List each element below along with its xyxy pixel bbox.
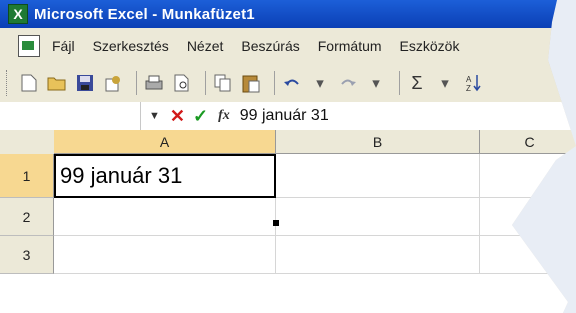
toolbar-separator	[205, 71, 206, 95]
open-icon[interactable]	[46, 72, 68, 94]
excel-app-icon: X	[8, 4, 28, 24]
cell-c2[interactable]	[480, 198, 576, 236]
copy-icon[interactable]	[212, 72, 234, 94]
row-header-1[interactable]: 1	[0, 154, 54, 198]
title-bar: X Microsoft Excel - Munkafüzet1	[0, 0, 576, 28]
toolbar-grip[interactable]	[6, 70, 10, 96]
cell-c3[interactable]	[480, 236, 576, 274]
save-icon[interactable]	[74, 72, 96, 94]
undo-icon[interactable]	[281, 72, 303, 94]
undo-dropdown-icon[interactable]: ▾	[309, 72, 331, 94]
cell-b2[interactable]	[276, 198, 480, 236]
fill-handle[interactable]	[273, 220, 279, 226]
cancel-icon[interactable]: ✕	[170, 106, 185, 127]
column-header-c[interactable]: C	[480, 130, 576, 154]
redo-icon[interactable]	[337, 72, 359, 94]
cell-a1[interactable]: 99 január 31	[54, 154, 276, 198]
toolbar-separator	[136, 71, 137, 95]
excel-window: X Microsoft Excel - Munkafüzet1 Fájl Sze…	[0, 0, 576, 313]
menu-insert[interactable]: Beszúrás	[241, 38, 299, 54]
column-header-b[interactable]: B	[276, 130, 480, 154]
permission-icon[interactable]	[102, 72, 124, 94]
row-header-3[interactable]: 3	[0, 236, 54, 274]
row-header-2[interactable]: 2	[0, 198, 54, 236]
toolbar-separator	[274, 71, 275, 95]
svg-text:Z: Z	[466, 84, 471, 93]
toolbar-separator	[399, 71, 400, 95]
cell-a2[interactable]	[54, 198, 276, 236]
menu-format[interactable]: Formátum	[318, 38, 382, 54]
cell-c1[interactable]	[480, 154, 576, 198]
print-icon[interactable]	[143, 72, 165, 94]
standard-toolbar: ▾ ▾ Σ ▾ AZ	[0, 64, 576, 103]
cell-b1[interactable]	[276, 154, 480, 198]
autosum-icon[interactable]: Σ	[406, 72, 428, 94]
name-box-dropdown-icon[interactable]: ▼	[149, 110, 160, 122]
redo-dropdown-icon[interactable]: ▾	[365, 72, 387, 94]
svg-text:A: A	[466, 75, 472, 84]
select-all-corner[interactable]	[0, 130, 55, 155]
formula-input[interactable]: 99 január 31	[240, 107, 329, 125]
menu-file[interactable]: Fájl	[52, 38, 75, 54]
menu-tools[interactable]: Eszközök	[400, 38, 460, 54]
workbook-icon[interactable]	[18, 35, 40, 57]
new-icon[interactable]	[18, 72, 40, 94]
autosum-dropdown-icon[interactable]: ▾	[434, 72, 456, 94]
menu-view[interactable]: Nézet	[187, 38, 224, 54]
column-header-a[interactable]: A	[54, 130, 276, 154]
cell-b3[interactable]	[276, 236, 480, 274]
menu-edit[interactable]: Szerkesztés	[93, 38, 169, 54]
print-preview-icon[interactable]	[171, 72, 193, 94]
worksheet-grid: A B C 1 2 3 99 január 31	[0, 130, 576, 313]
window-title: Microsoft Excel - Munkafüzet1	[34, 5, 255, 23]
cell-a3[interactable]	[54, 236, 276, 274]
paste-icon[interactable]	[240, 72, 262, 94]
insert-function-icon[interactable]: fx	[218, 108, 230, 124]
enter-icon[interactable]: ✓	[193, 106, 208, 127]
name-box[interactable]	[0, 102, 141, 130]
sort-ascending-icon[interactable]: AZ	[462, 72, 484, 94]
formula-bar: ▼ ✕ ✓ fx 99 január 31	[0, 102, 576, 131]
menu-bar: Fájl Szerkesztés Nézet Beszúrás Formátum…	[0, 28, 576, 65]
